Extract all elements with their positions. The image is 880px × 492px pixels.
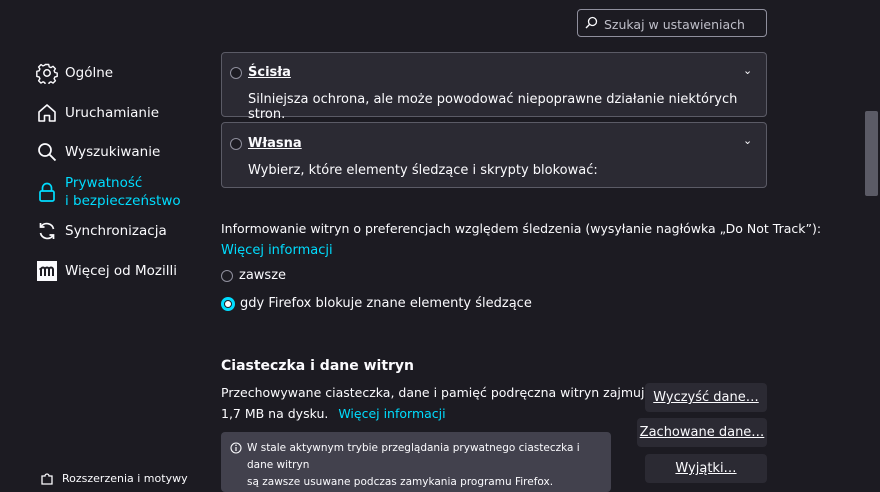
settings-search-box[interactable]: [577, 9, 767, 37]
dnt-always-label: zawsze: [239, 268, 287, 283]
sidebar-item-more-from-mozilla[interactable]: Więcej od Mozilli: [36, 260, 206, 282]
scrollbar-track[interactable]: [863, 0, 880, 480]
home-icon: [38, 104, 56, 122]
puzzle-icon: [41, 473, 53, 485]
sidebar-item-label: Więcej od Mozilli: [65, 263, 177, 279]
sidebar-item-label: Synchronizacja: [65, 223, 167, 239]
lock-icon: [39, 182, 55, 202]
sidebar-item-label: Prywatność i bezpieczeństwo: [65, 174, 181, 210]
sidebar-item-label: Uruchamianie: [65, 105, 160, 121]
sidebar-item-home[interactable]: Uruchamianie: [36, 102, 206, 124]
search-icon: [38, 143, 57, 162]
cookies-heading: Ciasteczka i dane witryn: [221, 358, 415, 374]
custom-radio[interactable]: [230, 138, 242, 150]
strict-radio[interactable]: [230, 67, 242, 79]
dnt-more-info-link[interactable]: Więcej informacji: [221, 243, 333, 258]
strict-description: Silniejsza ochrona, ale może powodować n…: [248, 92, 738, 122]
sidebar-item-search[interactable]: Wyszukiwanie: [36, 141, 206, 163]
dnt-when-blocking-label: gdy Firefox blokuje znane elementy śledz…: [240, 296, 532, 311]
sync-icon: [39, 222, 55, 240]
sidebar-item-privacy[interactable]: Prywatność i bezpieczeństwo: [36, 174, 206, 210]
cookies-size: 1,7 MB na dysku.: [221, 406, 329, 421]
dnt-when-blocking-radio[interactable]: [221, 296, 235, 311]
cookies-description-line2: 1,7 MB na dysku. Więcej informacji: [221, 406, 446, 421]
search-input[interactable]: [602, 14, 766, 34]
scrollbar-thumb[interactable]: [865, 111, 878, 196]
note-line1: W stale aktywnym trybie przeglądania pry…: [247, 442, 580, 471]
info-icon: [230, 442, 242, 454]
cookies-description-line1: Przechowywane ciasteczka, dane i pamięć …: [221, 385, 653, 400]
sidebar-item-general[interactable]: Ogólne: [36, 62, 206, 84]
custom-description: Wybierz, które elementy śledzące i skryp…: [248, 163, 598, 178]
dnt-label: Informowanie witryn o preferencjach wzgl…: [221, 221, 822, 236]
dnt-option-when-blocking[interactable]: gdy Firefox blokuje znane elementy śledz…: [221, 296, 532, 311]
search-icon: [585, 16, 598, 29]
cookies-more-info-link[interactable]: Więcej informacji: [338, 406, 445, 421]
gear-icon: [36, 63, 58, 84]
chevron-down-icon[interactable]: ⌄: [743, 134, 752, 147]
sidebar-item-label: Wyszukiwanie: [65, 144, 161, 160]
dnt-always-radio[interactable]: [221, 269, 233, 282]
sidebar-item-label-line1: Prywatność: [65, 175, 143, 191]
sidebar-item-addons[interactable]: Rozszerzenia i motywy: [36, 470, 206, 488]
sidebar-item-label: Rozszerzenia i motywy: [62, 472, 188, 485]
sidebar-item-sync[interactable]: Synchronizacja: [36, 220, 206, 242]
dnt-option-always[interactable]: zawsze: [221, 268, 286, 283]
mozilla-icon: [37, 261, 57, 281]
tracking-custom-card[interactable]: Własna ⌄ Wybierz, które elementy śledząc…: [221, 122, 767, 188]
strict-title: Ścisła: [248, 65, 291, 80]
sidebar-item-label: Ogólne: [65, 65, 114, 81]
exceptions-button[interactable]: Wyjątki…: [645, 454, 767, 483]
note-line2: są zawsze usuwane podczas zamykania prog…: [247, 476, 554, 488]
tracking-strict-card[interactable]: Ścisła ⌄ Silniejsza ochrona, ale może po…: [221, 52, 767, 122]
clear-data-button[interactable]: Wyczyść dane…: [645, 383, 767, 412]
sidebar-item-label-line2: i bezpieczeństwo: [65, 193, 181, 209]
chevron-down-icon[interactable]: ⌄: [743, 64, 752, 77]
saved-data-button[interactable]: Zachowane dane…: [637, 418, 767, 447]
custom-title: Własna: [248, 136, 302, 151]
private-browsing-note: W stale aktywnym trybie przeglądania pry…: [221, 432, 611, 492]
